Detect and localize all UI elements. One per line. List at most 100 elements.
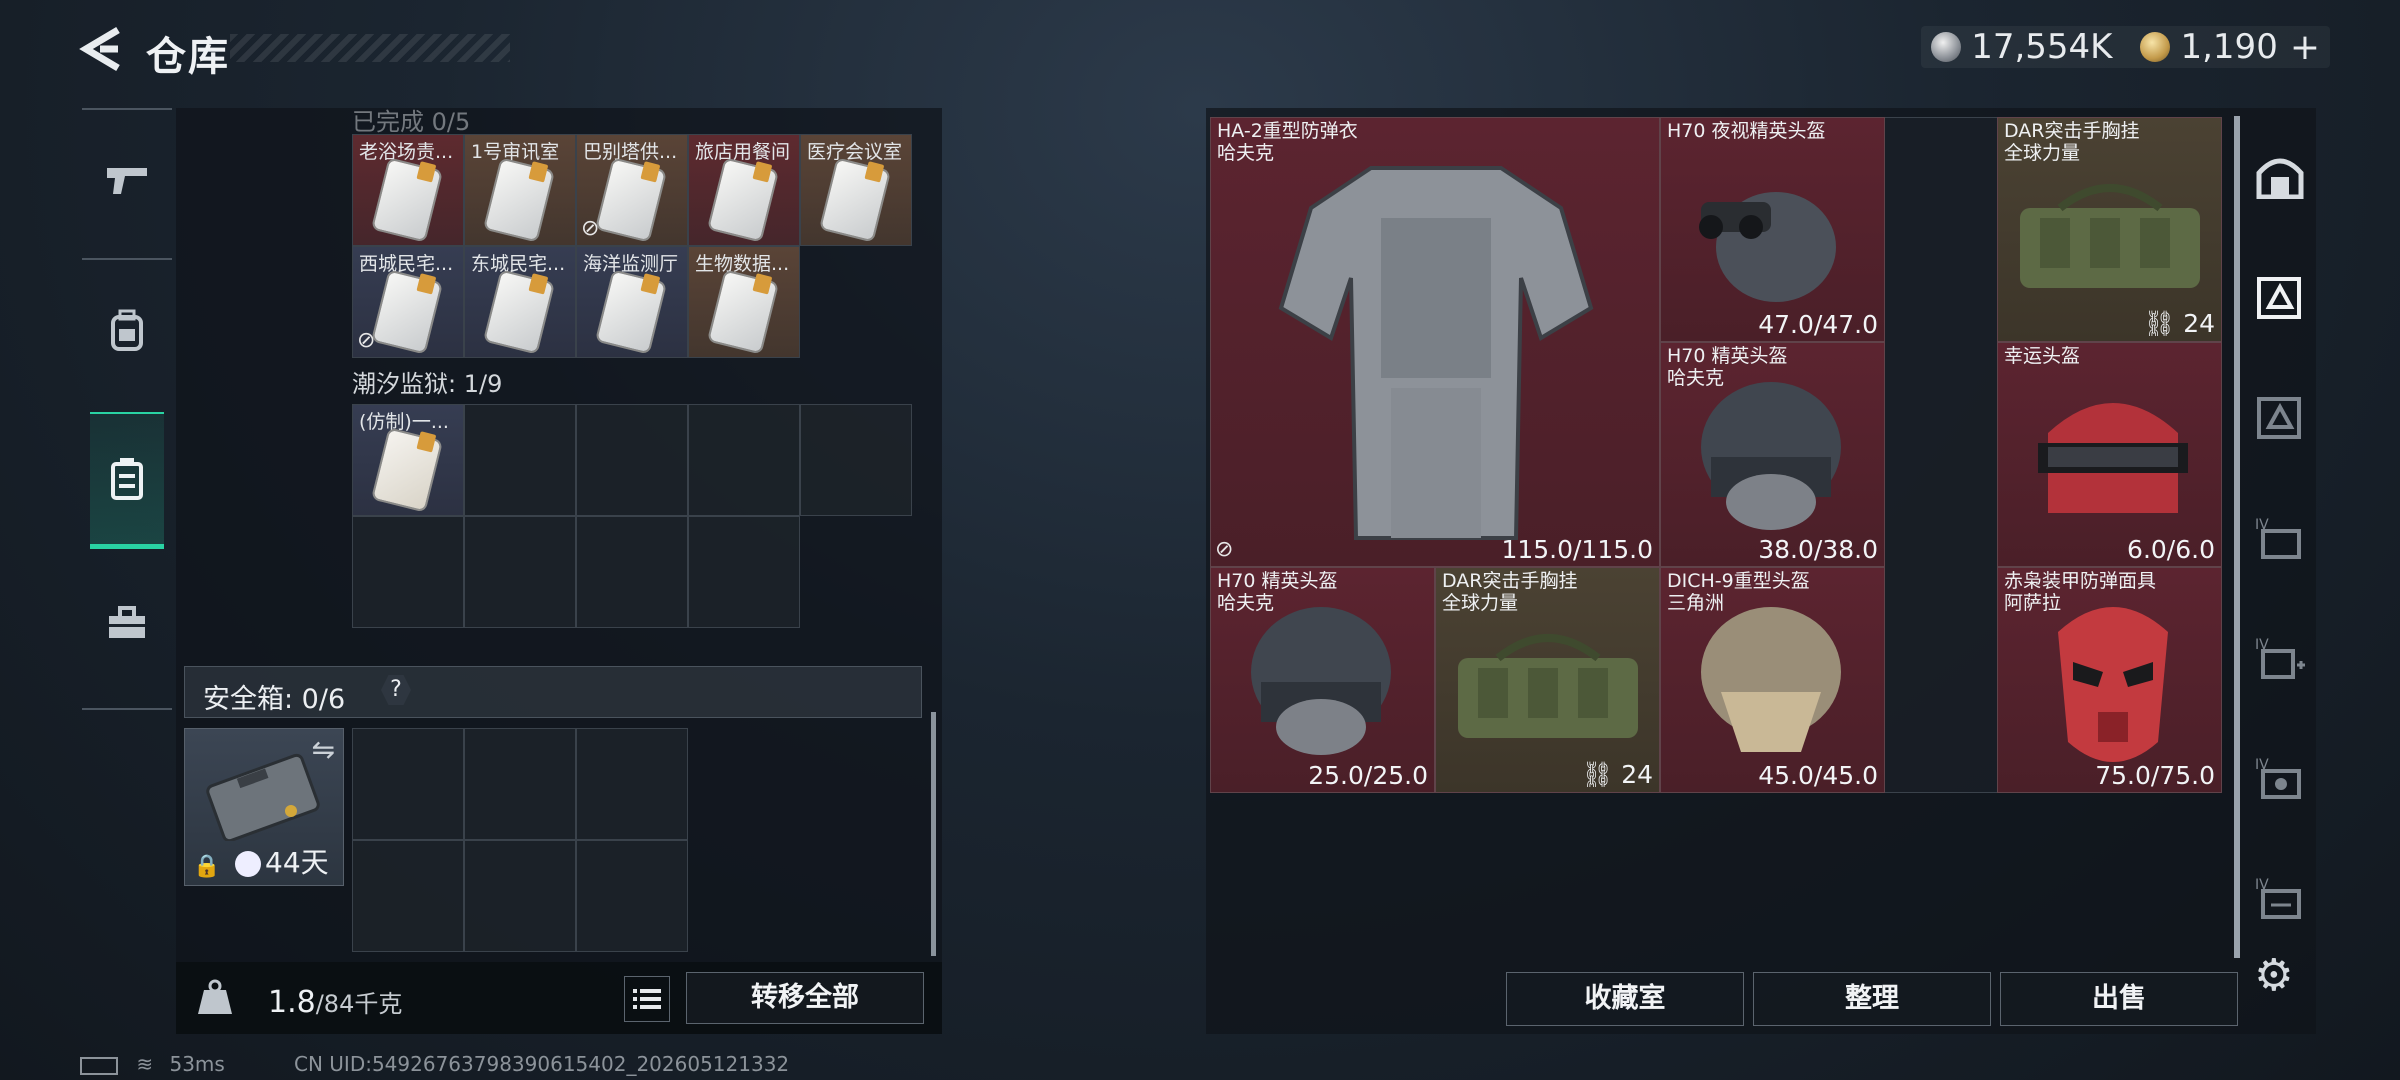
gold-coin-icon bbox=[2140, 32, 2171, 62]
stash-item[interactable]: 幸运头盔 6.0/6.0 bbox=[1997, 342, 2222, 567]
left-scrollbar[interactable] bbox=[931, 712, 936, 956]
bottom-left-bar: 1.8/84千克 转移全部 bbox=[176, 962, 942, 1034]
back-button[interactable] bbox=[78, 24, 122, 74]
key-label: 东城民宅... bbox=[471, 253, 566, 275]
right-scrollbar[interactable] bbox=[2234, 116, 2240, 958]
key-label: 生物数据... bbox=[695, 253, 790, 275]
vault-icon bbox=[2256, 158, 2304, 199]
empty-slot[interactable] bbox=[688, 404, 800, 516]
keycard-icon bbox=[485, 159, 553, 241]
add-currency-button[interactable]: + bbox=[2290, 27, 2320, 68]
title-decoration bbox=[230, 34, 510, 62]
key-item[interactable]: 旅店用餐间 bbox=[688, 134, 800, 246]
empty-slot[interactable] bbox=[576, 404, 688, 516]
stash-item[interactable]: DICH-9重型头盔 三角洲 45.0/45.0 bbox=[1660, 567, 1885, 793]
lock-icon: 🔒 bbox=[193, 854, 221, 879]
item-durability: 47.0/47.0 bbox=[1758, 310, 1878, 339]
organize-button[interactable]: 整理 bbox=[1753, 972, 1991, 1026]
keycard-icon bbox=[373, 429, 441, 511]
battery-icon bbox=[80, 1056, 118, 1075]
rail-item-supply[interactable] bbox=[2254, 272, 2306, 324]
backpack-icon bbox=[111, 309, 143, 351]
safe-box-item[interactable]: ⇋ 🔒 44天 bbox=[184, 728, 344, 886]
currency-bar: 17,554K 1,190 + bbox=[1921, 26, 2330, 68]
rail-item-tier4-add[interactable]: IV bbox=[2254, 632, 2306, 684]
status-bar: ≋ 53ms bbox=[80, 1052, 225, 1076]
armored-mask-icon bbox=[2058, 607, 2168, 762]
key-item[interactable]: 生物数据... bbox=[688, 246, 800, 358]
empty-slot[interactable] bbox=[800, 404, 912, 516]
nav-item-toolbox[interactable] bbox=[90, 558, 164, 688]
back-arrow-icon bbox=[79, 26, 120, 72]
gold-currency-value: 1,190 bbox=[2180, 27, 2278, 67]
keycard-icon bbox=[373, 271, 441, 353]
tier4-camera-icon: IV bbox=[2255, 757, 2301, 799]
key-item[interactable]: 老浴场责... bbox=[352, 134, 464, 246]
help-button[interactable]: ? bbox=[381, 675, 411, 705]
list-view-button[interactable] bbox=[624, 976, 670, 1022]
rail-item-tier4-camera[interactable]: IV bbox=[2254, 752, 2306, 804]
rail-item-vault[interactable] bbox=[2254, 150, 2306, 202]
rail-item-supply-alt[interactable] bbox=[2254, 392, 2306, 444]
combat-helmet-icon bbox=[1701, 382, 1841, 530]
stash-grid: HA-2重型防弹衣 哈夫克 ⊘ 115.0/115.0 H70 夜视精英头盔 47… bbox=[1210, 117, 2222, 793]
empty-slot[interactable] bbox=[352, 840, 464, 952]
key-item[interactable]: 巴别塔供... ⊘ bbox=[576, 134, 688, 246]
key-item[interactable]: 海洋监测厅 bbox=[576, 246, 688, 358]
empty-slot[interactable] bbox=[576, 728, 688, 840]
key-item[interactable]: 东城民宅... bbox=[464, 246, 576, 358]
keys-section-heading: 已完成 0/5 bbox=[352, 108, 471, 136]
chest-rig-icon bbox=[2020, 184, 2200, 288]
empty-slot[interactable] bbox=[576, 516, 688, 628]
stash-item[interactable]: DAR突击手胸挂 全球力量 ⛓ 24 bbox=[1997, 117, 2222, 342]
empty-slot[interactable] bbox=[464, 516, 576, 628]
supply-box-alt-icon bbox=[2257, 397, 2301, 439]
clock-icon bbox=[235, 851, 261, 877]
item-name: 幸运头盔 bbox=[2004, 345, 2081, 367]
list-icon bbox=[633, 989, 661, 1009]
nav-item-weapons[interactable] bbox=[90, 116, 164, 246]
stash-item[interactable]: H70 精英头盔 哈夫克 38.0/38.0 bbox=[1660, 342, 1885, 567]
key-item[interactable]: 1号审讯室 bbox=[464, 134, 576, 246]
sell-button[interactable]: 出售 bbox=[2000, 972, 2238, 1026]
item-durability: 25.0/25.0 bbox=[1308, 761, 1428, 790]
weight-icon bbox=[198, 979, 232, 1014]
no-trade-icon: ⊘ bbox=[357, 328, 376, 353]
rail-item-tier4-folder[interactable]: IV bbox=[2254, 512, 2306, 564]
swap-icon[interactable]: ⇋ bbox=[312, 733, 335, 766]
empty-slot[interactable] bbox=[688, 516, 800, 628]
empty-slot[interactable] bbox=[464, 840, 576, 952]
combat-helmet-icon bbox=[1251, 607, 1391, 755]
empty-slot[interactable] bbox=[352, 728, 464, 840]
body-armor-icon bbox=[1278, 166, 1594, 540]
safe-case-icon bbox=[206, 753, 320, 841]
rail-item-tier4-ticket[interactable]: IV bbox=[2254, 872, 2306, 924]
silver-coin-icon bbox=[1931, 32, 1962, 62]
stash-item[interactable]: H70 精英头盔 哈夫克 25.0/25.0 bbox=[1210, 567, 1435, 793]
nav-item-container[interactable] bbox=[90, 412, 164, 549]
key-item[interactable]: 医疗会议室 bbox=[800, 134, 912, 246]
item-name: DAR突击手胸挂 全球力量 bbox=[1442, 570, 1578, 614]
collection-room-button[interactable]: 收藏室 bbox=[1506, 972, 1744, 1026]
key-item[interactable]: (仿制)一... bbox=[352, 404, 464, 516]
empty-slot[interactable] bbox=[576, 840, 688, 952]
key-label: 医疗会议室 bbox=[807, 141, 903, 163]
empty-slot[interactable] bbox=[464, 404, 576, 516]
tier4-folder-icon: IV bbox=[2255, 517, 2301, 559]
stash-item[interactable]: HA-2重型防弹衣 哈夫克 ⊘ 115.0/115.0 bbox=[1210, 117, 1660, 567]
settings-gear-icon[interactable]: ⚙ bbox=[2254, 950, 2293, 1001]
stash-item[interactable]: 赤枭装甲防弹面具 阿萨拉 75.0/75.0 bbox=[1997, 567, 2222, 793]
key-item[interactable]: 西城民宅... ⊘ bbox=[352, 246, 464, 358]
key-label: (仿制)一... bbox=[359, 411, 449, 433]
right-rail: IV IV IV IV bbox=[2244, 108, 2316, 1008]
stash-item[interactable]: H70 夜视精英头盔 47.0/47.0 bbox=[1660, 117, 1885, 342]
stash-item[interactable]: DAR突击手胸挂 全球力量 ⛓ 24 bbox=[1435, 567, 1660, 793]
night-vision-helmet-icon bbox=[1699, 192, 1836, 302]
empty-slot[interactable] bbox=[352, 516, 464, 628]
transfer-all-button[interactable]: 转移全部 bbox=[686, 972, 924, 1024]
safe-box-days-remaining: 44天 bbox=[265, 846, 329, 879]
keycard-icon bbox=[485, 271, 553, 353]
nav-item-backpack[interactable] bbox=[90, 266, 164, 396]
empty-slot[interactable] bbox=[464, 728, 576, 840]
weight-current: 1.8 bbox=[268, 985, 316, 1020]
